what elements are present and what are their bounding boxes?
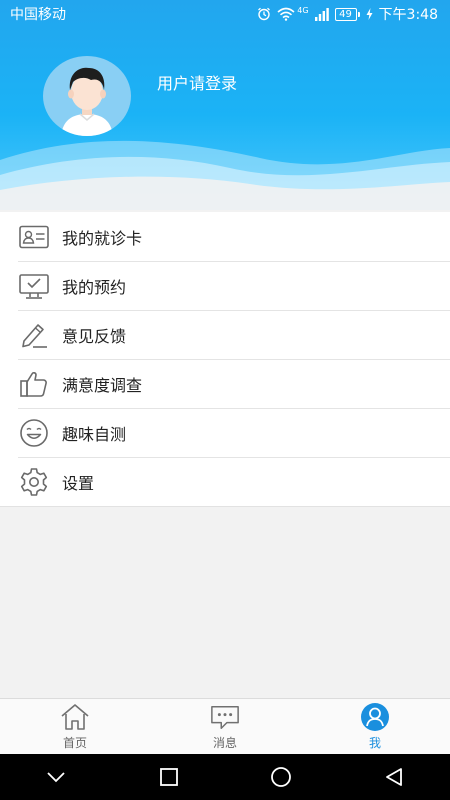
chevron-down-icon [47, 772, 65, 783]
menu-item-appointments[interactable]: 我的预约 [0, 261, 450, 310]
smiley-face-icon [20, 418, 48, 447]
menu-item-label: 我的就诊卡 [62, 228, 143, 248]
square-icon [159, 768, 178, 786]
menu-item-label: 设置 [62, 473, 95, 493]
profile-menu: 我的就诊卡 我的预约 意见反馈 满意度调查 趣味自测 设置 [0, 212, 450, 507]
profile-header: 中国移动 4G 49 下午3:48 用户请登录 [0, 0, 450, 210]
system-navigation-bar [0, 754, 450, 800]
triangle-back-icon [385, 768, 402, 786]
clock: 下午3:48 [378, 7, 438, 23]
person-icon [361, 703, 389, 731]
menu-item-label: 意见反馈 [62, 326, 127, 346]
monitor-check-icon [19, 273, 49, 299]
hide-keyboard-button[interactable] [36, 757, 76, 797]
tab-label: 我 [368, 736, 381, 750]
home-button[interactable] [261, 757, 301, 797]
id-card-icon [19, 225, 49, 248]
thumbs-up-icon [20, 371, 47, 397]
pencil-edit-icon [22, 323, 47, 348]
tab-label: 消息 [212, 736, 237, 750]
menu-item-settings[interactable]: 设置 [0, 457, 450, 506]
menu-item-feedback[interactable]: 意见反馈 [0, 310, 450, 359]
menu-item-label: 趣味自测 [62, 424, 127, 444]
avatar[interactable] [43, 56, 131, 136]
charging-icon [366, 8, 373, 20]
tab-messages[interactable]: 消息 [150, 699, 300, 754]
tab-label: 首页 [62, 736, 87, 750]
default-avatar-icon [61, 67, 113, 136]
wifi-icon [277, 7, 295, 21]
carrier-name: 中国移动 [10, 7, 66, 23]
signal-icon [314, 8, 329, 21]
bottom-tab-bar: 首页 消息 我 [0, 698, 450, 754]
alarm-icon [258, 7, 271, 21]
back-button[interactable] [374, 757, 414, 797]
message-bubble-icon [211, 705, 239, 729]
menu-item-fun-self-test[interactable]: 趣味自测 [0, 408, 450, 457]
menu-item-label: 满意度调查 [62, 375, 143, 395]
tab-me[interactable]: 我 [300, 699, 450, 754]
tab-home[interactable]: 首页 [0, 699, 150, 754]
menu-item-satisfaction-survey[interactable]: 满意度调查 [0, 359, 450, 408]
wave-decoration [0, 140, 450, 210]
circle-icon [271, 767, 292, 787]
battery-indicator: 49 [334, 7, 360, 21]
battery-level: 49 [334, 7, 357, 21]
network-type-badge: 4G [297, 5, 309, 15]
home-icon [61, 704, 89, 730]
status-icons: 4G 49 下午3:48 [257, 4, 438, 24]
gear-icon [20, 467, 48, 496]
menu-item-label: 我的预约 [62, 277, 127, 297]
recents-button[interactable] [149, 757, 189, 797]
login-prompt[interactable]: 用户请登录 [157, 70, 237, 94]
menu-item-medical-card[interactable]: 我的就诊卡 [0, 212, 450, 261]
status-bar: 中国移动 4G 49 下午3:48 [0, 0, 450, 28]
